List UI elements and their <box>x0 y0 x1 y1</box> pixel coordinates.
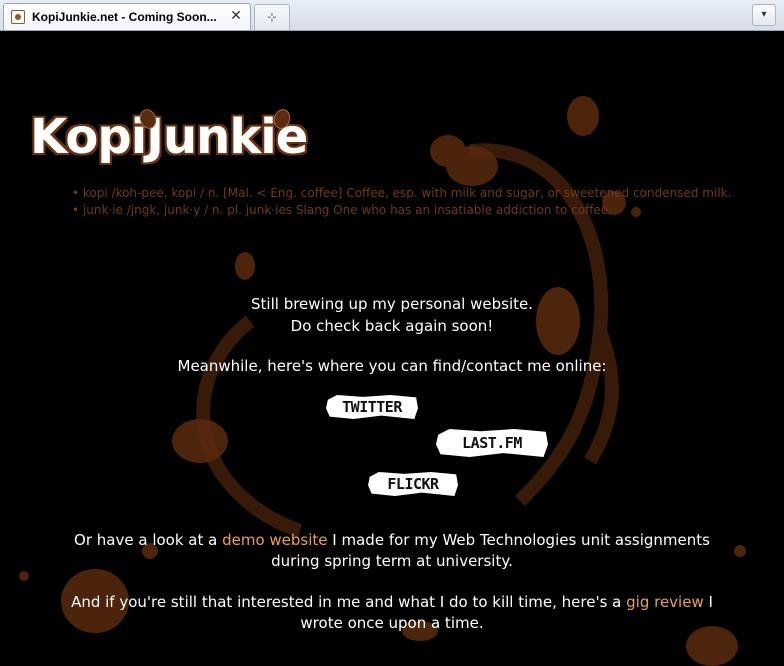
gig-line-1: And if you're still that interested in m… <box>0 592 784 613</box>
meanwhile-text: Meanwhile, here's where you can find/con… <box>177 357 607 375</box>
browser-window: KopiJunkie.net - Coming Soon... ✕ ⊹ ▾ Ko… <box>0 0 784 666</box>
favicon-icon <box>11 10 25 24</box>
demo-line-2: during spring term at university. <box>271 552 513 570</box>
gig-section: And if you're still that interested in m… <box>0 592 784 634</box>
demo-text-before: Or have a look at a <box>74 531 223 549</box>
logo-text: KopiJunkie <box>30 109 308 165</box>
lastfm-label: LAST.FM <box>462 434 522 452</box>
twitter-link[interactable]: TWITTER <box>326 395 418 419</box>
kopijunkie-logo: KopiJunkie <box>30 106 330 179</box>
definition-kopi: • kopi /koh-pee, kopi / n. [Mal. < Eng. … <box>72 186 732 200</box>
tab-list-dropdown-button[interactable]: ▾ <box>752 4 776 26</box>
tab-active[interactable]: KopiJunkie.net - Coming Soon... ✕ <box>3 3 251 30</box>
gig-text-before: And if you're still that interested in m… <box>71 593 627 611</box>
lastfm-link[interactable]: LAST.FM <box>436 429 548 457</box>
intro-line-2: Do check back again soon! <box>290 317 494 335</box>
demo-line-1: Or have a look at a demo website I made … <box>0 530 784 551</box>
intro-line-1: Still brewing up my personal website. <box>251 295 533 313</box>
demo-text-after: I made for my Web Technologies unit assi… <box>327 531 710 549</box>
demo-website-link[interactable]: demo website <box>222 531 327 549</box>
flickr-link[interactable]: FLICKR <box>368 472 458 496</box>
new-tab-button[interactable]: ⊹ <box>254 4 290 30</box>
gig-text-after: I <box>703 593 713 611</box>
tab-title: KopiJunkie.net - Coming Soon... <box>32 10 217 24</box>
flickr-label: FLICKR <box>387 475 439 493</box>
definition-junkie: • junk·ie /jngk, junk·y / n. pl. junk·ie… <box>72 203 612 217</box>
demo-section: Or have a look at a demo website I made … <box>0 530 784 572</box>
close-icon[interactable]: ✕ <box>227 7 245 25</box>
twitter-label: TWITTER <box>342 398 402 416</box>
intro-section: Still brewing up my personal website. Do… <box>0 293 784 377</box>
tab-bar: KopiJunkie.net - Coming Soon... ✕ ⊹ ▾ <box>0 0 784 31</box>
gig-review-link[interactable]: gig review <box>626 593 704 611</box>
gig-line-2: wrote once upon a time. <box>300 614 484 632</box>
definitions: • kopi /koh-pee, kopi / n. [Mal. < Eng. … <box>72 185 772 219</box>
page-content: KopiJunkie • kopi /koh-pee, kopi / n. [M… <box>0 31 784 666</box>
